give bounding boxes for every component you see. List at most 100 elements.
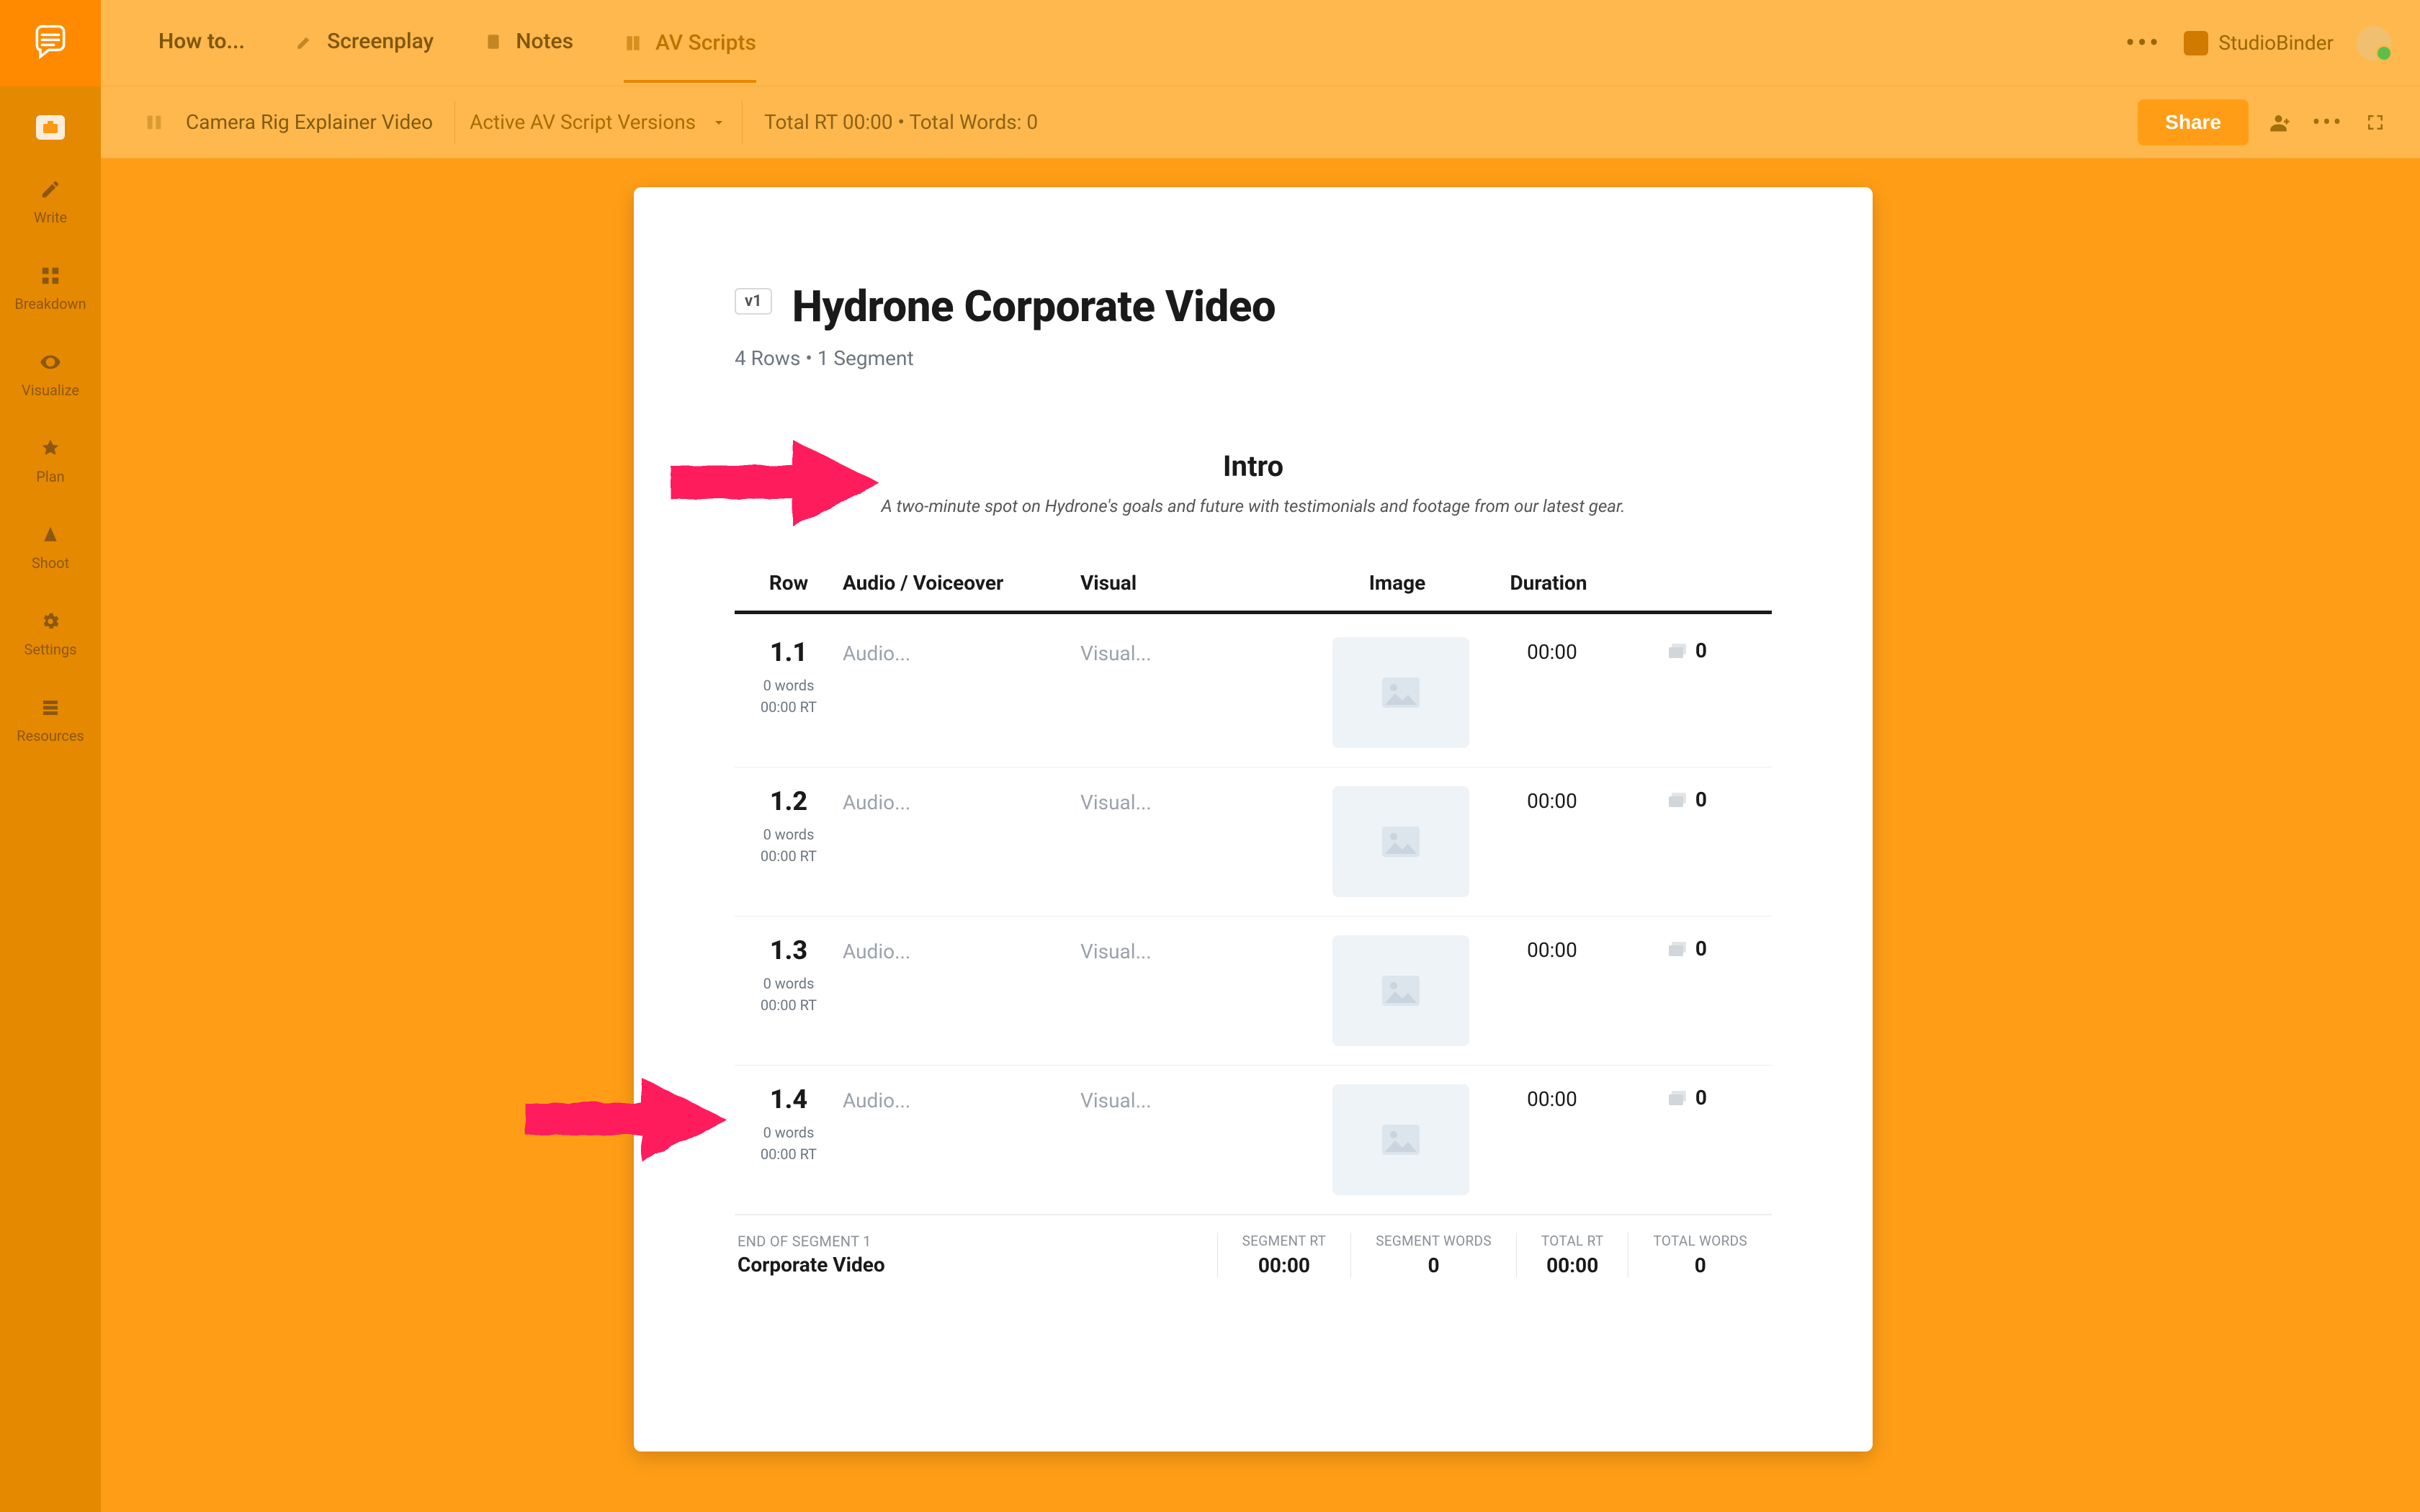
gear-icon xyxy=(37,608,64,635)
project-stats: Total RT 00:00 • Total Words: 0 xyxy=(764,110,1038,134)
asset-count[interactable]: 0 xyxy=(1621,788,1707,811)
document-title: Hydrone Corporate Video xyxy=(792,281,1276,332)
col-image: Image xyxy=(1318,571,1476,595)
sidebar-item-shoot[interactable]: Shoot xyxy=(32,521,69,572)
header-separator xyxy=(735,611,1772,614)
user-chip[interactable]: StudioBinder xyxy=(2184,31,2334,55)
image-icon xyxy=(1381,825,1421,858)
document-subtitle: 4 Rows • 1 Segment xyxy=(735,346,1772,370)
asset-count[interactable]: 0 xyxy=(1621,937,1707,960)
cone-icon xyxy=(37,521,64,549)
tab-notes[interactable]: Notes xyxy=(484,29,573,57)
cards-icon xyxy=(1668,1090,1688,1106)
columns-icon xyxy=(144,112,164,132)
table-row[interactable]: 1.1 0 words00:00 RT Audio... Visual... 0… xyxy=(735,618,1772,768)
version-label: Active AV Script Versions xyxy=(470,110,696,134)
asset-count[interactable]: 0 xyxy=(1621,1086,1707,1110)
end-segment-label: END OF SEGMENT 1 xyxy=(738,1233,1217,1250)
sidebar-item-plan[interactable]: Plan xyxy=(36,435,64,485)
sidebar-item-label: Plan xyxy=(36,468,64,485)
visual-placeholder[interactable]: Visual... xyxy=(1080,1089,1318,1112)
sidebar-item-write[interactable]: Write xyxy=(34,176,67,226)
asset-count[interactable]: 0 xyxy=(1621,639,1707,662)
tab-screenplay[interactable]: Screenplay xyxy=(295,29,434,57)
chat-logo-icon xyxy=(30,23,71,63)
version-dropdown[interactable]: Active AV Script Versions xyxy=(454,101,743,144)
user-plus-button[interactable] xyxy=(2264,107,2296,138)
table-row[interactable]: 1.4 0 words00:00 RT Audio... Visual... 0… xyxy=(735,1066,1772,1215)
pencil-edit-icon xyxy=(295,32,314,51)
segment-rt-value: 00:00 xyxy=(1242,1254,1327,1277)
row-number: 1.1 xyxy=(735,637,843,667)
row-meta: 0 words00:00 RT xyxy=(735,1122,843,1165)
total-words-value: 0 xyxy=(1653,1254,1747,1277)
share-button[interactable]: Share xyxy=(2138,99,2249,145)
tab-howto[interactable]: How to... xyxy=(158,29,245,57)
left-sidebar: Write Breakdown Visualize Plan Shoot Set… xyxy=(0,86,101,1512)
image-icon xyxy=(1381,1123,1421,1156)
user-name: StudioBinder xyxy=(2218,31,2334,55)
annotation-arrow-1 xyxy=(663,423,886,546)
breadcrumb[interactable]: Camera Rig Explainer Video xyxy=(186,110,433,134)
col-visual: Visual xyxy=(1080,571,1318,595)
expand-button[interactable] xyxy=(2360,107,2391,138)
app-logo[interactable] xyxy=(0,0,101,86)
sidebar-item-label: Write xyxy=(34,209,67,226)
sidebar-item-breakdown[interactable]: Breakdown xyxy=(14,262,86,312)
segment-words-value: 0 xyxy=(1376,1254,1492,1277)
sidebar-item-resources[interactable]: Resources xyxy=(17,694,84,744)
total-rt-label: TOTAL RT xyxy=(1541,1233,1604,1249)
col-row: Row xyxy=(735,571,843,595)
segment-title: Intro xyxy=(735,449,1772,483)
row-meta: 0 words00:00 RT xyxy=(735,973,843,1016)
audio-placeholder[interactable]: Audio... xyxy=(843,1089,1080,1112)
sidebar-item-label: Visualize xyxy=(22,382,79,399)
tab-label: AV Scripts xyxy=(655,30,756,55)
cards-icon xyxy=(1668,643,1688,659)
sidebar-item-label: Resources xyxy=(17,727,84,744)
cards-icon xyxy=(1668,941,1688,957)
segment-words-label: SEGMENT WORDS xyxy=(1376,1233,1492,1249)
sidebar-item-project[interactable] xyxy=(36,115,65,140)
stack-icon xyxy=(37,694,64,721)
sidebar-item-visualize[interactable]: Visualize xyxy=(22,348,79,399)
tab-avscripts[interactable]: AV Scripts xyxy=(624,30,756,83)
visual-placeholder[interactable]: Visual... xyxy=(1080,791,1318,814)
image-thumb[interactable] xyxy=(1332,786,1469,897)
pen-icon xyxy=(37,176,64,203)
col-audio: Audio / Voiceover xyxy=(843,571,1080,595)
audio-placeholder[interactable]: Audio... xyxy=(843,642,1080,665)
image-thumb[interactable] xyxy=(1332,1084,1469,1195)
annotation-arrow-2 xyxy=(519,1063,735,1178)
segment-description: A two-minute spot on Hydrone's goals and… xyxy=(735,496,1772,516)
duration-cell: 00:00 xyxy=(1484,1087,1621,1111)
grid-icon xyxy=(37,262,64,289)
audio-placeholder[interactable]: Audio... xyxy=(843,940,1080,963)
version-badge: v1 xyxy=(735,288,772,315)
segment-rt-label: SEGMENT RT xyxy=(1242,1233,1327,1249)
duration-cell: 00:00 xyxy=(1484,640,1621,664)
image-thumb[interactable] xyxy=(1332,637,1469,748)
top-bar: How to... Screenplay Notes AV Scripts ••… xyxy=(101,0,2420,86)
more-actions-button[interactable]: ••• xyxy=(2312,107,2344,138)
sidebar-item-label: Shoot xyxy=(32,554,69,572)
total-rt-value: 00:00 xyxy=(1541,1254,1604,1277)
avatar[interactable] xyxy=(2357,26,2391,60)
sidebar-item-settings[interactable]: Settings xyxy=(24,608,76,658)
table-row[interactable]: 1.3 0 words00:00 RT Audio... Visual... 0… xyxy=(735,917,1772,1066)
col-duration: Duration xyxy=(1476,571,1621,595)
row-number: 1.3 xyxy=(735,935,843,966)
row-meta: 0 words00:00 RT xyxy=(735,675,843,718)
avscript-icon xyxy=(624,34,642,53)
visual-placeholder[interactable]: Visual... xyxy=(1080,940,1318,963)
cards-icon xyxy=(1668,792,1688,808)
image-thumb[interactable] xyxy=(1332,935,1469,1046)
more-menu-button[interactable]: ••• xyxy=(2125,26,2161,60)
visual-placeholder[interactable]: Visual... xyxy=(1080,642,1318,665)
audio-placeholder[interactable]: Audio... xyxy=(843,791,1080,814)
camera-icon xyxy=(36,115,65,140)
table-row[interactable]: 1.2 0 words00:00 RT Audio... Visual... 0… xyxy=(735,768,1772,917)
duration-cell: 00:00 xyxy=(1484,789,1621,813)
sidebar-item-label: Breakdown xyxy=(14,295,86,312)
total-words-label: TOTAL WORDS xyxy=(1653,1233,1747,1249)
